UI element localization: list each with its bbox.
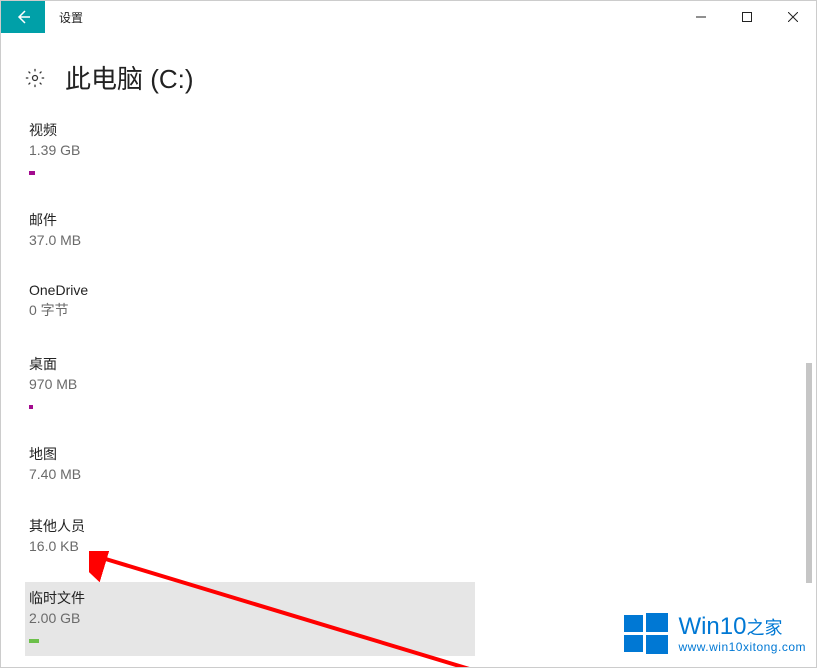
arrow-left-icon [15,9,31,25]
category-name: 桌面 [29,354,471,374]
maximize-icon [742,12,752,22]
category-name: 地图 [29,444,471,464]
category-size: 2.00 GB [29,610,471,626]
maximize-button[interactable] [724,1,770,33]
close-icon [788,12,798,22]
category-name: 邮件 [29,210,471,230]
category-bar [29,405,33,409]
page-header: 此电脑 (C:) [25,59,796,96]
watermark-text: Win10之家 www.win10xitong.com [678,614,806,654]
page-title: 此电脑 (C:) [65,59,194,96]
storage-category-item[interactable]: 视频 1.39 GB [25,114,475,188]
storage-category-item[interactable]: 其他人员 16.0 KB [25,510,475,566]
category-bar [29,171,35,175]
windows-logo-icon [620,609,670,659]
category-name: 视频 [29,120,471,140]
scrollbar-thumb[interactable] [806,363,812,583]
storage-category-item[interactable]: 桌面 970 MB [25,348,475,422]
category-size: 0 字节 [29,300,471,320]
watermark-url: www.win10xitong.com [678,641,806,654]
storage-category-item[interactable]: OneDrive 0 字节 [25,276,475,332]
watermark: Win10之家 www.win10xitong.com [620,609,806,659]
watermark-brand: Win10 [678,613,746,640]
storage-category-item[interactable]: 邮件 37.0 MB [25,204,475,260]
category-name: OneDrive [29,282,471,298]
category-size: 16.0 KB [29,538,471,554]
category-size: 37.0 MB [29,232,471,248]
category-name: 其他人员 [29,516,471,536]
window-controls [678,1,816,33]
category-size: 7.40 MB [29,466,471,482]
close-button[interactable] [770,1,816,33]
content-area: 此电脑 (C:) 视频 1.39 GB 邮件 37.0 MB OneDrive 0 字节桌… [1,33,816,667]
storage-category-item[interactable]: 地图 7.40 MB [25,438,475,494]
gear-icon [25,68,45,88]
watermark-suffix: 之家 [746,618,782,638]
storage-category-item[interactable]: 临时文件 2.00 GB [25,582,475,656]
titlebar: 设置 [1,1,816,33]
category-size: 1.39 GB [29,142,471,158]
minimize-button[interactable] [678,1,724,33]
minimize-icon [696,12,706,22]
window-title: 设置 [59,9,83,26]
category-size: 970 MB [29,376,471,392]
back-button[interactable] [1,1,45,33]
category-name: 临时文件 [29,588,471,608]
category-bar [29,639,39,643]
storage-category-list: 视频 1.39 GB 邮件 37.0 MB OneDrive 0 字节桌面 970 MB 地图… [25,114,475,667]
